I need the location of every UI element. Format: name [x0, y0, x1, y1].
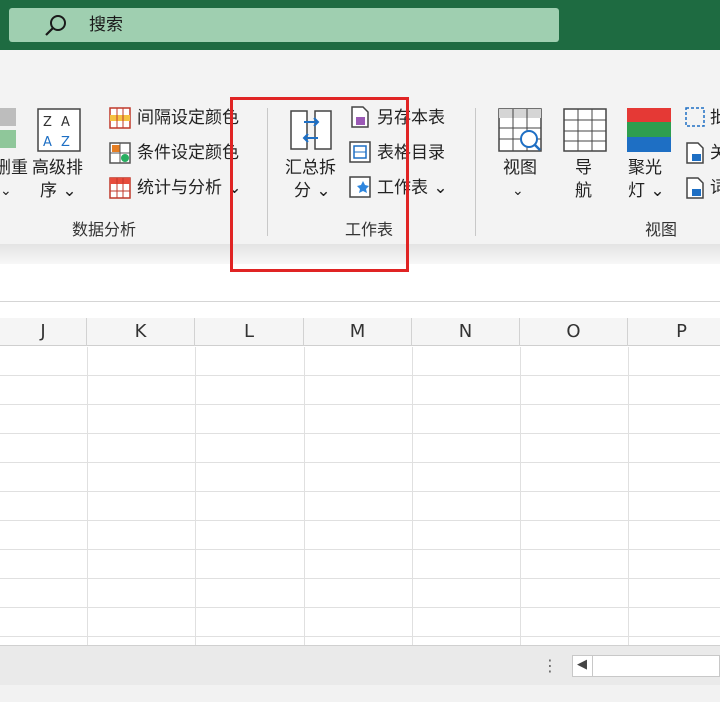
- conditional-color-label: 条件设定颜色: [137, 143, 239, 163]
- more-icon[interactable]: ⋮: [542, 656, 558, 675]
- advanced-sort-label-2: 序 ⌄: [40, 181, 77, 201]
- highlight-box: [230, 97, 409, 272]
- advanced-sort-label: 高级排: [32, 158, 83, 178]
- sheet-tab-bar: ⋮ ◀: [0, 645, 720, 685]
- svg-text:A: A: [61, 115, 70, 130]
- column-header[interactable]: J: [0, 318, 87, 346]
- conditional-color-icon: [109, 142, 131, 164]
- close-sheet-label: 关: [710, 143, 720, 163]
- column-header[interactable]: M: [304, 318, 412, 346]
- remove-duplicates-icon: [0, 108, 16, 148]
- sort-az-icon: Z A A Z: [37, 108, 81, 152]
- group-label-data-analysis: 数据分析: [72, 220, 137, 239]
- column-header[interactable]: L: [195, 318, 304, 346]
- word-label: 词: [710, 178, 720, 198]
- scroll-left-button[interactable]: ◀: [573, 656, 593, 676]
- column-header[interactable]: K: [87, 318, 195, 346]
- view-label: 视图: [503, 158, 537, 178]
- chevron-down-icon: ⌄: [512, 183, 524, 199]
- column-header-row: J K L M N O P: [0, 318, 720, 346]
- svg-text:Z: Z: [61, 135, 70, 150]
- horizontal-scrollbar[interactable]: ◀: [572, 655, 720, 677]
- cell-grid[interactable]: [0, 347, 720, 645]
- column-header[interactable]: N: [412, 318, 520, 346]
- search-icon: [45, 15, 66, 36]
- document-icon: [686, 142, 704, 164]
- group-label-view: 视图: [645, 220, 678, 239]
- spotlight-label: 聚光: [628, 158, 662, 178]
- stats-grid-icon: [109, 177, 131, 199]
- svg-text:A: A: [43, 135, 52, 150]
- column-header[interactable]: O: [520, 318, 628, 346]
- arrow-left-icon: ◀: [577, 657, 587, 672]
- navigation-label-2: 航: [575, 181, 592, 201]
- chevron-down-icon: ⌄: [0, 183, 12, 199]
- grid-color-icon: [109, 107, 131, 129]
- search-label: 搜索: [89, 15, 123, 35]
- view-grid-icon: [498, 108, 542, 152]
- interval-color-label: 间隔设定颜色: [137, 108, 239, 128]
- spotlight-label-2: 灯 ⌄: [628, 181, 665, 201]
- stats-analysis-label: 统计与分析 ⌄: [137, 178, 242, 198]
- remove-duplicates-label: 删重: [0, 158, 28, 178]
- document-icon: [686, 177, 704, 199]
- navigation-label: 导: [575, 158, 592, 178]
- annotation-label: 批: [710, 108, 720, 128]
- search-box[interactable]: 搜索: [9, 8, 559, 42]
- annotation-icon: [685, 107, 705, 127]
- svg-text:Z: Z: [43, 115, 52, 130]
- title-bar: 搜索: [0, 0, 720, 50]
- navigation-grid-icon: [563, 108, 607, 152]
- group-divider: [475, 108, 476, 236]
- spotlight-icon: [627, 108, 671, 152]
- status-bar: [0, 685, 720, 702]
- column-header[interactable]: P: [628, 318, 720, 346]
